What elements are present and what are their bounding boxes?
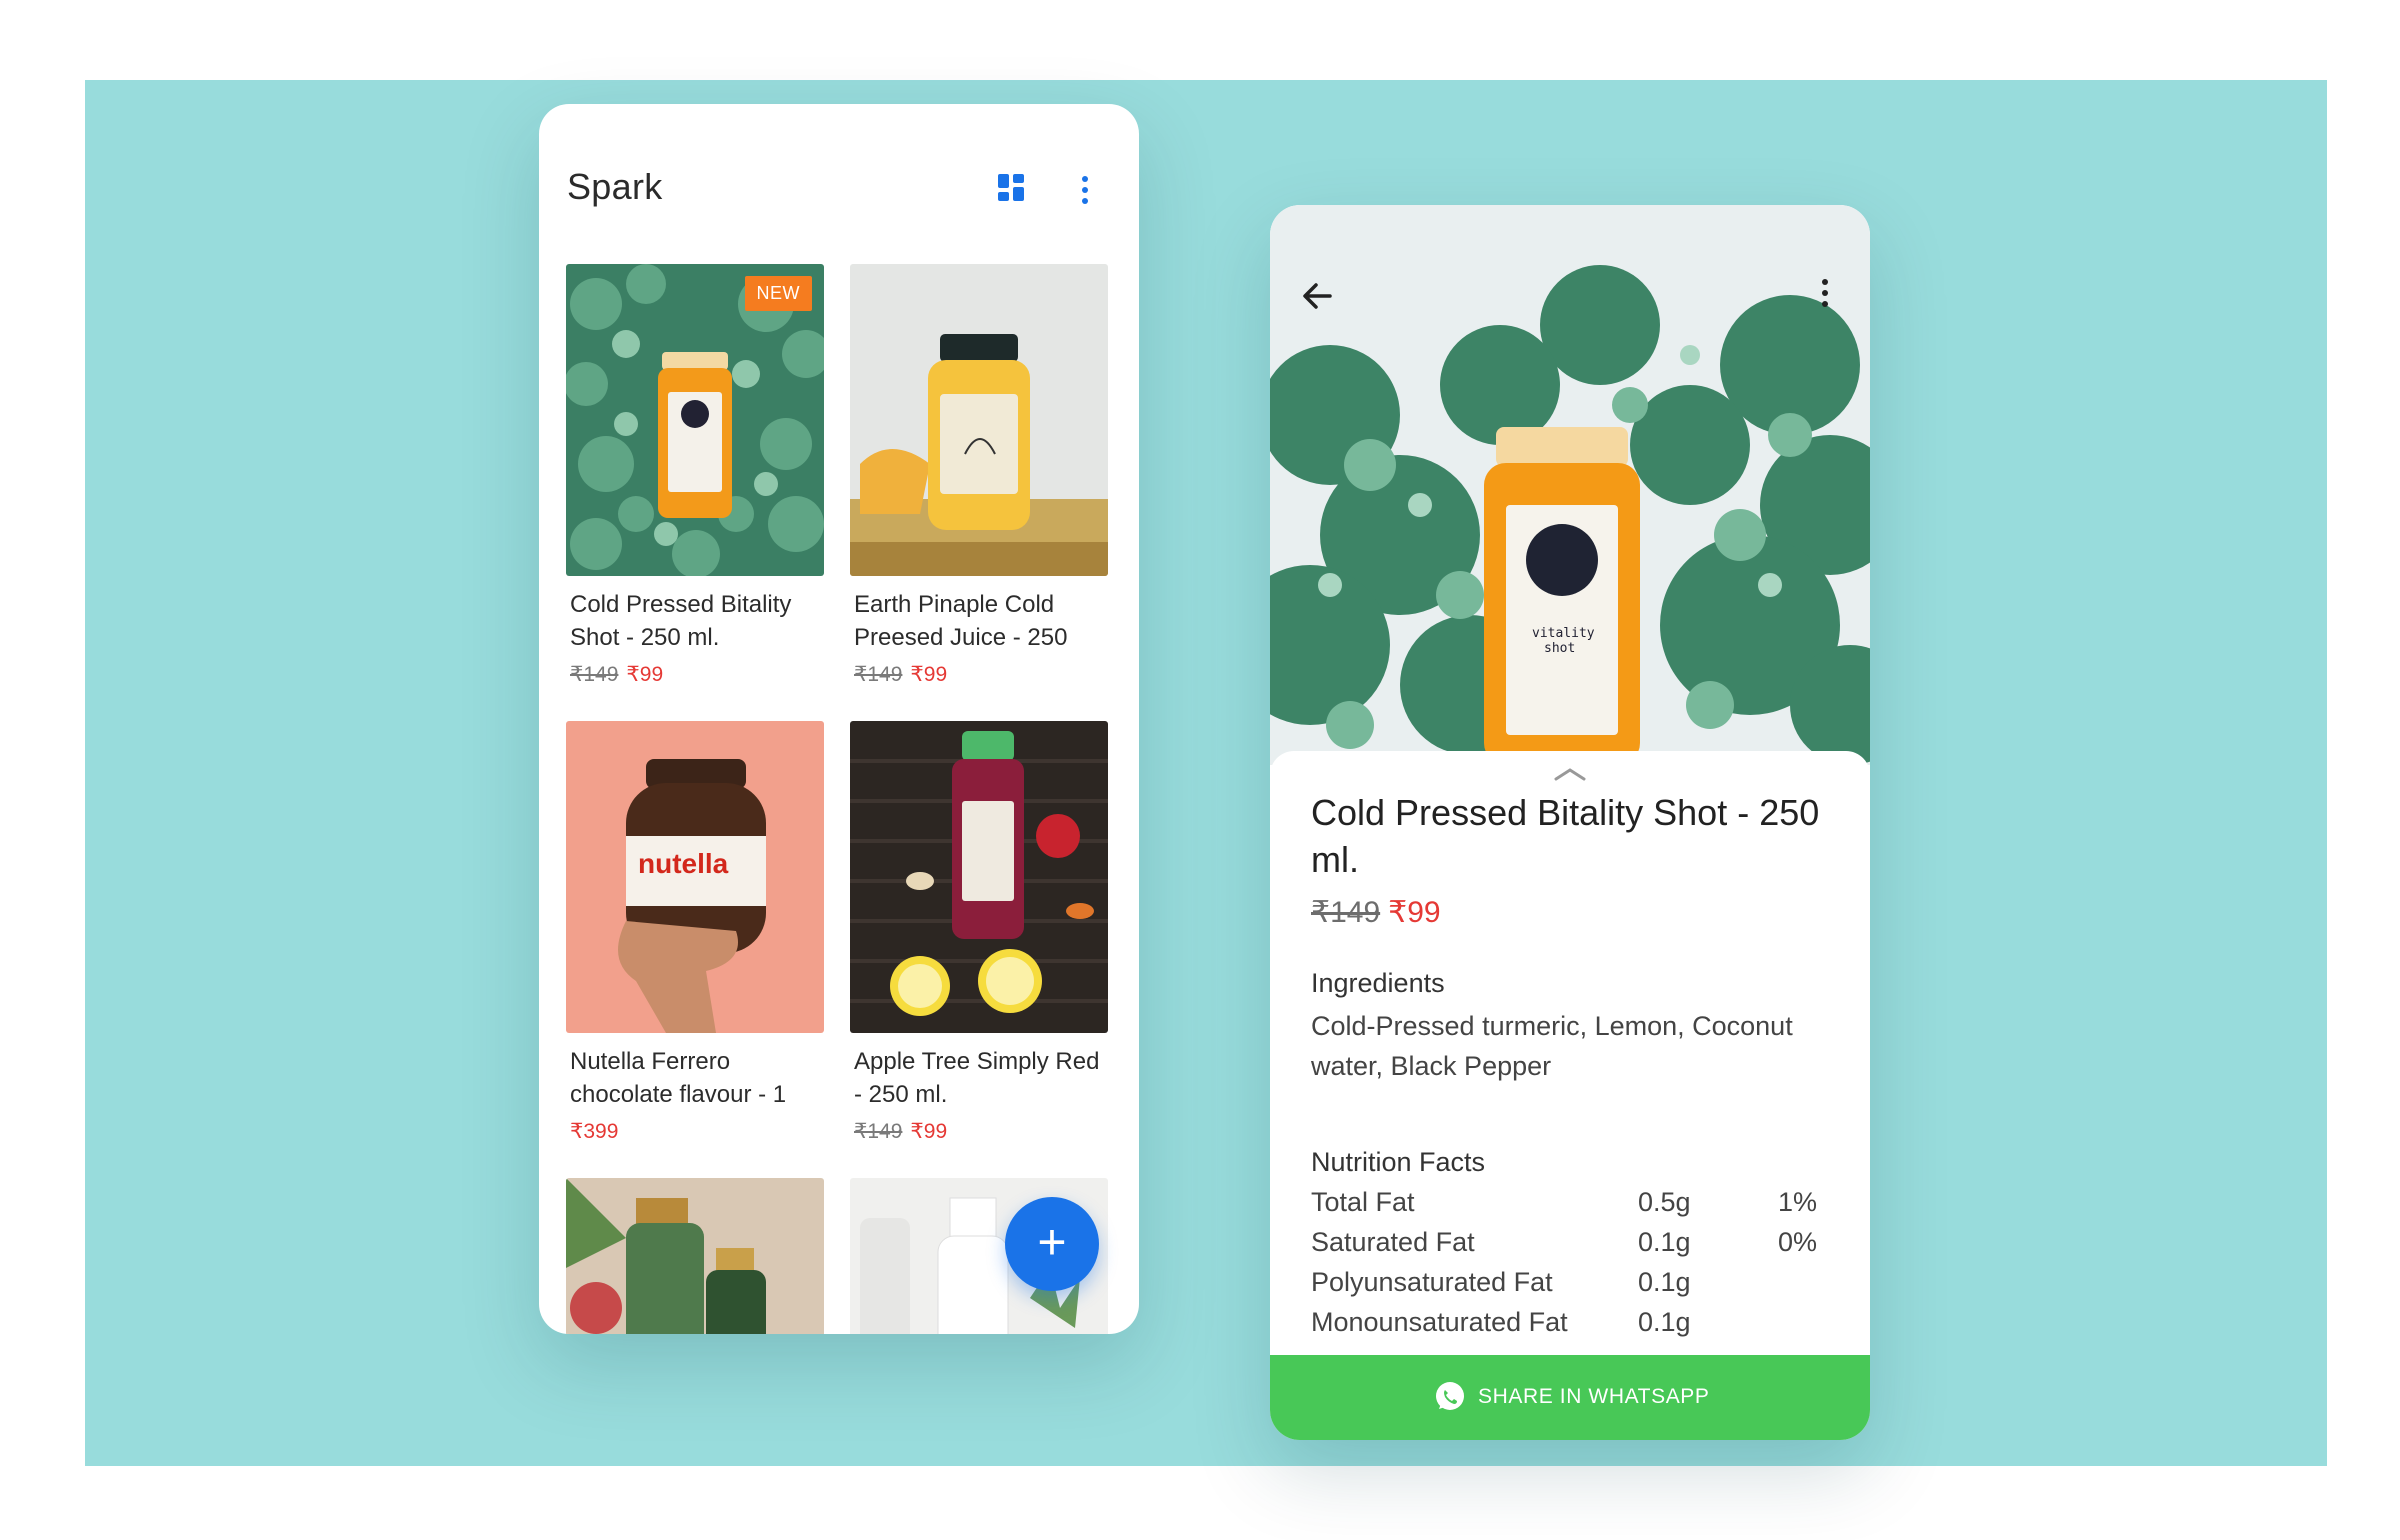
product-price: ₹399 [570,1119,618,1144]
sale-price: ₹99 [626,663,664,686]
detail-sheet: Cold Pressed Bitality Shot - 250 ml. ₹14… [1270,751,1870,1371]
sale-price: ₹99 [1388,896,1441,929]
product-price: ₹149 ₹99 [1311,895,1441,930]
app-title: Spark [567,166,663,207]
nutrient-name: Polyunsaturated Fat [1311,1267,1553,1297]
product-price: ₹149 ₹99 [854,662,947,687]
product-name: Apple Tree Simply Red - 250 ml. [854,1048,1100,1108]
product-hero-image: vitality shot [1270,205,1870,765]
nutrition-row: Monounsaturated Fat 0.1g [1311,1307,1851,1347]
product-name: Cold Pressed Bitality Shot - 250 ml. [570,591,792,651]
nutella-jar-image: nutella [566,721,824,1033]
product-price: ₹149 ₹99 [854,1119,947,1144]
chevron-up-icon[interactable] [1550,765,1590,783]
back-arrow-icon[interactable] [1300,280,1336,312]
nutrient-percent: 0% [1778,1227,1818,1257]
add-button[interactable]: + [1005,1197,1099,1291]
earth-juice-bottle-image [850,264,1108,576]
sale-price: ₹399 [570,1120,619,1143]
nutrient-name: Monounsaturated Fat [1311,1307,1568,1337]
app-bar: Spark [539,104,1139,254]
sale-price: ₹99 [910,1120,948,1143]
detail-screen: vitality shot Cold Pressed Bitality Shot… [1270,205,1870,1440]
sale-price: ₹99 [910,663,948,686]
nutrient-amount: 0.1g [1638,1267,1691,1297]
more-vert-icon[interactable] [1079,174,1091,206]
old-price: ₹149 [854,663,903,686]
ingredients-heading: Ingredients [1311,968,1445,998]
whatsapp-icon [1432,1379,1468,1415]
old-price: ₹149 [570,663,619,686]
nutrient-amount: 0.1g [1638,1227,1691,1257]
new-badge: NEW [744,276,812,311]
ingredients-text: Cold-Pressed turmeric, Lemon, Coconut wa… [1311,1011,1793,1081]
nutrition-row: Saturated Fat 0.1g 0% [1311,1227,1851,1267]
backdrop [85,80,2327,1466]
old-price: ₹149 [1311,896,1381,929]
share-label: SHARE IN WHATSAPP [1478,1385,1710,1408]
svg-text:shot: shot [1544,641,1575,656]
more-vert-icon[interactable] [1819,277,1831,309]
svg-text:nutella: nutella [638,848,729,879]
nutrient-percent: 1% [1778,1187,1818,1217]
nutrition-row: Polyunsaturated Fat 0.1g [1311,1267,1851,1307]
product-name: Nutella Ferrero chocolate flavour - 1 [570,1048,787,1108]
product-title: Cold Pressed Bitality Shot - 250 ml. [1311,792,1820,880]
nutrient-amount: 0.1g [1638,1307,1691,1337]
red-juice-bottle-image [850,721,1108,1033]
product-price: ₹149 ₹99 [570,662,663,687]
catalog-screen: Spark NEW Cold Pressed Bitality Shot - 2… [539,104,1139,1334]
grid-view-icon[interactable] [998,174,1026,206]
share-whatsapp-button[interactable]: SHARE IN WHATSAPP [1270,1355,1870,1440]
old-price: ₹149 [854,1120,903,1143]
nutrient-name: Saturated Fat [1311,1227,1475,1257]
nutrition-row: Total Fat 0.5g 1% [1311,1187,1851,1227]
nutrition-heading: Nutrition Facts [1311,1147,1486,1177]
nutrient-name: Total Fat [1311,1187,1415,1217]
juice-bottle-leaves-image: NEW [566,264,824,576]
nutrient-amount: 0.5g [1638,1187,1691,1217]
product-name: Earth Pinaple Cold Preesed Juice - 250 [854,591,1068,651]
green-bottles-image [566,1178,824,1334]
svg-text:vitality: vitality [1532,626,1595,641]
